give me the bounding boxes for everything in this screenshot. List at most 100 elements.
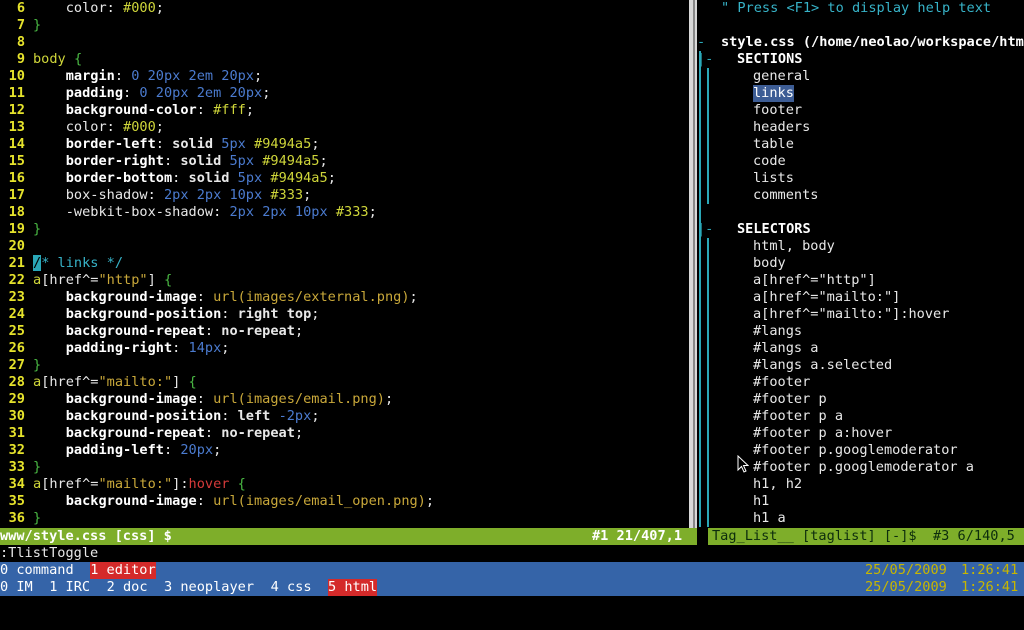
fold-column xyxy=(699,289,701,306)
fold-column xyxy=(699,238,701,255)
code-token: : xyxy=(106,0,124,16)
code-line[interactable]: 11 padding: 0 20px 2em 20px; xyxy=(0,85,689,102)
taglist-section-item[interactable]: footer xyxy=(697,102,1024,119)
code-line[interactable]: 24 background-position: right top; xyxy=(0,306,689,323)
code-token: a xyxy=(33,374,42,390)
screen-window-tab[interactable]: 5 html xyxy=(328,579,378,596)
code-line[interactable]: 28 a[href^="mailto:"] { xyxy=(0,374,689,391)
taglist-selector-item[interactable]: h1 xyxy=(697,493,1024,510)
code-line[interactable]: 7} xyxy=(0,17,689,34)
code-token: a xyxy=(33,272,42,288)
taglist-pane[interactable]: " Press <F1> to display help text - style.… xyxy=(697,0,1024,528)
code-line[interactable]: 9 body { xyxy=(0,51,689,68)
taglist-blank[interactable] xyxy=(697,17,1024,34)
editor-pane[interactable]: 6 color: #000; 7} 8 9 body {10 margin: 0 20p… xyxy=(0,0,689,528)
screen-window-tab[interactable]: 3 neoplayer xyxy=(164,579,254,596)
screen-window-tab[interactable]: 2 doc xyxy=(107,579,148,596)
code-line[interactable]: 26 padding-right: 14px; xyxy=(0,340,689,357)
code-line[interactable]: 16 border-bottom: solid 5px #9494a5; xyxy=(0,170,689,187)
taglist-selector-item[interactable]: #langs xyxy=(697,323,1024,340)
code-line[interactable]: 19} xyxy=(0,221,689,238)
code-line[interactable]: 13 color: #000; xyxy=(0,119,689,136)
taglist-section-item[interactable]: general xyxy=(697,68,1024,85)
code-line[interactable]: 18 -webkit-box-shadow: 2px 2px 10px #333… xyxy=(0,204,689,221)
taglist-file[interactable]: - style.css (/home/neolao/workspace/htm xyxy=(697,34,1024,51)
screen-window-tab[interactable]: 0 IM xyxy=(0,579,33,596)
code-line[interactable]: 32 padding-left: 20px; xyxy=(0,442,689,459)
line-number: 10 xyxy=(8,68,25,84)
taglist-selector-item[interactable]: a[href^="http"] xyxy=(697,272,1024,289)
taglist-selector-item[interactable]: #footer p a xyxy=(697,408,1024,425)
taglist-selector-item[interactable]: body xyxy=(697,255,1024,272)
code-line[interactable]: 10 margin: 0 20px 2em 20px; xyxy=(0,68,689,85)
status-filename: www/style.css [css] $ xyxy=(0,528,172,544)
code-line[interactable]: 30 background-position: left -2px; xyxy=(0,408,689,425)
code-line[interactable]: 21 /* links */ xyxy=(0,255,689,272)
taglist-selector-item[interactable]: a[href^="mailto:"] xyxy=(697,289,1024,306)
taglist-selector-item[interactable]: a[href^="mailto:"]:hover xyxy=(697,306,1024,323)
code-token: ; xyxy=(155,119,164,135)
taglist-selector-item[interactable]: h1 a xyxy=(697,510,1024,527)
code-line[interactable]: 6 color: #000; xyxy=(0,0,689,17)
code-token: } xyxy=(33,17,42,33)
taglist-selector-item[interactable]: #footer p xyxy=(697,391,1024,408)
taglist-selector-item[interactable]: #langs a xyxy=(697,340,1024,357)
taglist-section-item[interactable]: comments xyxy=(697,187,1024,204)
code-line[interactable]: 27} xyxy=(0,357,689,374)
fold-marker[interactable]: - xyxy=(697,34,719,51)
vertical-split[interactable] xyxy=(689,0,697,528)
code-token: href xyxy=(49,374,83,390)
code-token: body xyxy=(33,51,66,67)
code-token: 0 20px 2em 20px xyxy=(139,85,263,101)
code-line[interactable]: 22 a[href^="http"] { xyxy=(0,272,689,289)
taglist-section-item[interactable]: links xyxy=(697,85,1024,102)
fold-column xyxy=(699,459,701,476)
line-number: 13 xyxy=(8,119,25,135)
fold-column xyxy=(699,374,701,391)
line-number: 30 xyxy=(8,408,25,424)
code-line[interactable]: 31 background-repeat: no-repeat; xyxy=(0,425,689,442)
taglist-selector-item[interactable]: #footer xyxy=(697,374,1024,391)
code-line[interactable]: 25 background-repeat: no-repeat; xyxy=(0,323,689,340)
taglist-selector-item[interactable]: #langs a.selected xyxy=(697,357,1024,374)
code-token: hover xyxy=(188,476,230,492)
taglist-section-item[interactable]: code xyxy=(697,153,1024,170)
code-line[interactable]: 35 background-image: url(images/email_op… xyxy=(0,493,689,510)
code-line[interactable]: 14 border-left: solid 5px #9494a5; xyxy=(0,136,689,153)
code-line[interactable]: 15 border-right: solid 5px #9494a5; xyxy=(0,153,689,170)
taglist-section-header[interactable]: |- SECTIONS xyxy=(697,51,1024,68)
code-token: ; xyxy=(311,136,320,152)
code-line[interactable]: 29 background-image: url(images/email.pn… xyxy=(0,391,689,408)
code-token: ] xyxy=(172,374,189,390)
code-token: * links */ xyxy=(41,255,124,271)
taglist-selector-item[interactable]: html, body xyxy=(697,238,1024,255)
taglist-section-item[interactable]: headers xyxy=(697,119,1024,136)
taglist-blank[interactable] xyxy=(697,204,1024,221)
taglist-selector-item-label: h1, h2 xyxy=(753,476,803,492)
command-line[interactable]: :TlistToggle xyxy=(0,545,1024,562)
code-token: : xyxy=(123,85,140,101)
code-line[interactable]: 23 background-image: url(images/external… xyxy=(0,289,689,306)
code-line[interactable]: 33} xyxy=(0,459,689,476)
code-line[interactable]: 12 background-color: #fff; xyxy=(0,102,689,119)
code-line[interactable]: 8 xyxy=(0,34,689,51)
code-token: ; xyxy=(221,340,230,356)
fold-column xyxy=(707,442,709,459)
code-line[interactable]: 34 a[href^="mailto:"]:hover { xyxy=(0,476,689,493)
code-token: #fff xyxy=(213,102,246,118)
taglist-selector-item[interactable]: h1, h2 xyxy=(697,476,1024,493)
code-line[interactable]: 17 box-shadow: 2px 2px 10px #333; xyxy=(0,187,689,204)
screen-window-tab[interactable]: 4 css xyxy=(271,579,312,596)
taglist-selector-header[interactable]: |- SELECTORS xyxy=(697,221,1024,238)
taglist-selector-item[interactable]: #footer p a:hover xyxy=(697,425,1024,442)
taglist-section-item[interactable]: lists xyxy=(697,170,1024,187)
code-line[interactable]: 36} xyxy=(0,510,689,527)
screen-window-tab[interactable]: 1 IRC xyxy=(49,579,90,596)
taglist-section-item[interactable]: table xyxy=(697,136,1024,153)
screen-window-tab[interactable]: 0 command xyxy=(0,562,74,579)
code-line[interactable]: 20 xyxy=(0,238,689,255)
screen-window-tab[interactable]: 1 editor xyxy=(90,562,156,579)
